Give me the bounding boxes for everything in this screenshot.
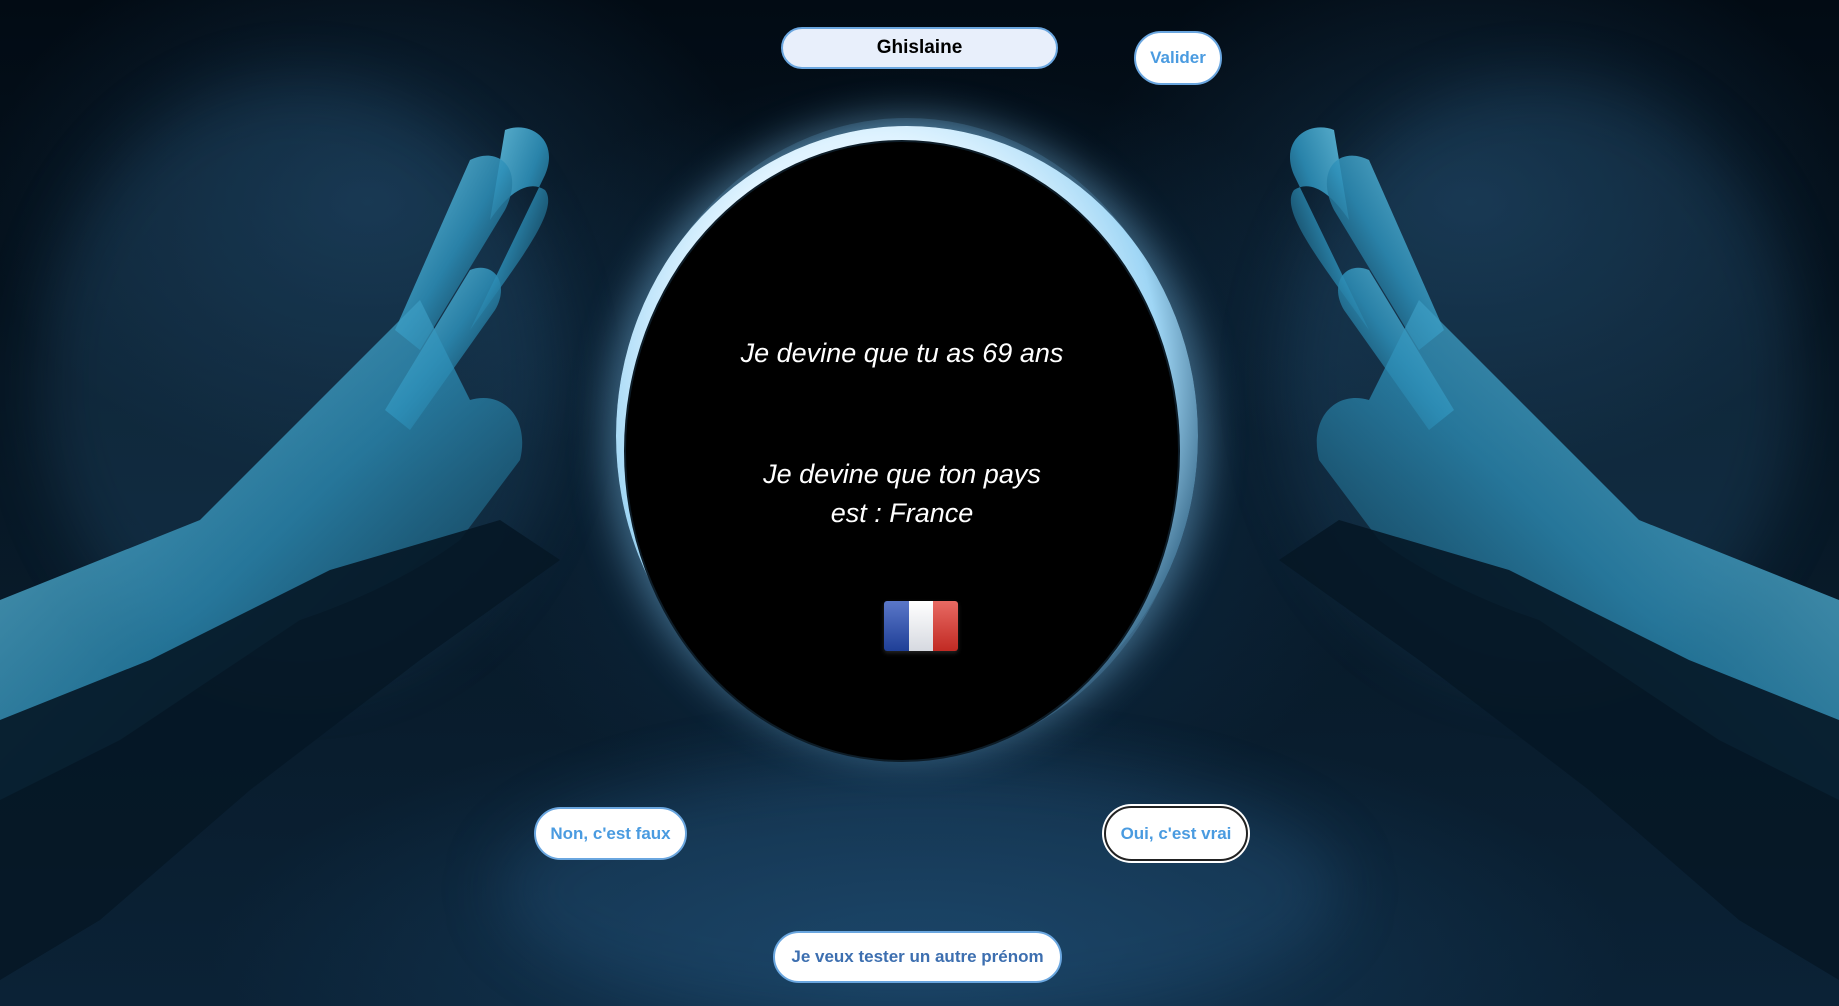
right-hand-image [1279, 127, 1839, 980]
game-screen: Ghislaine Valider Je devine que tu as 69… [0, 0, 1839, 1006]
correct-answer-button[interactable]: Oui, c'est vrai [1104, 806, 1248, 861]
smoke-left [40, 80, 560, 680]
left-hand-image [0, 127, 560, 980]
try-another-name-button[interactable]: Je veux tester un autre prénom [773, 931, 1062, 983]
flag-france-icon [884, 601, 958, 651]
age-guess-text: Je devine que tu as 69 ans [740, 338, 1064, 368]
wrong-answer-button[interactable]: Non, c'est faux [534, 807, 687, 860]
name-display[interactable]: Ghislaine [781, 27, 1058, 69]
country-guess-text: Je devine que ton pays est : France [746, 455, 1058, 533]
crystal-ball: Je devine que tu as 69 ans Je devine que… [626, 142, 1178, 760]
smoke-right [1280, 80, 1800, 680]
country-guess-line-2: est : France [830, 498, 974, 528]
country-guess-line-1: Je devine que ton pays [763, 459, 1041, 489]
validate-button[interactable]: Valider [1134, 31, 1222, 85]
